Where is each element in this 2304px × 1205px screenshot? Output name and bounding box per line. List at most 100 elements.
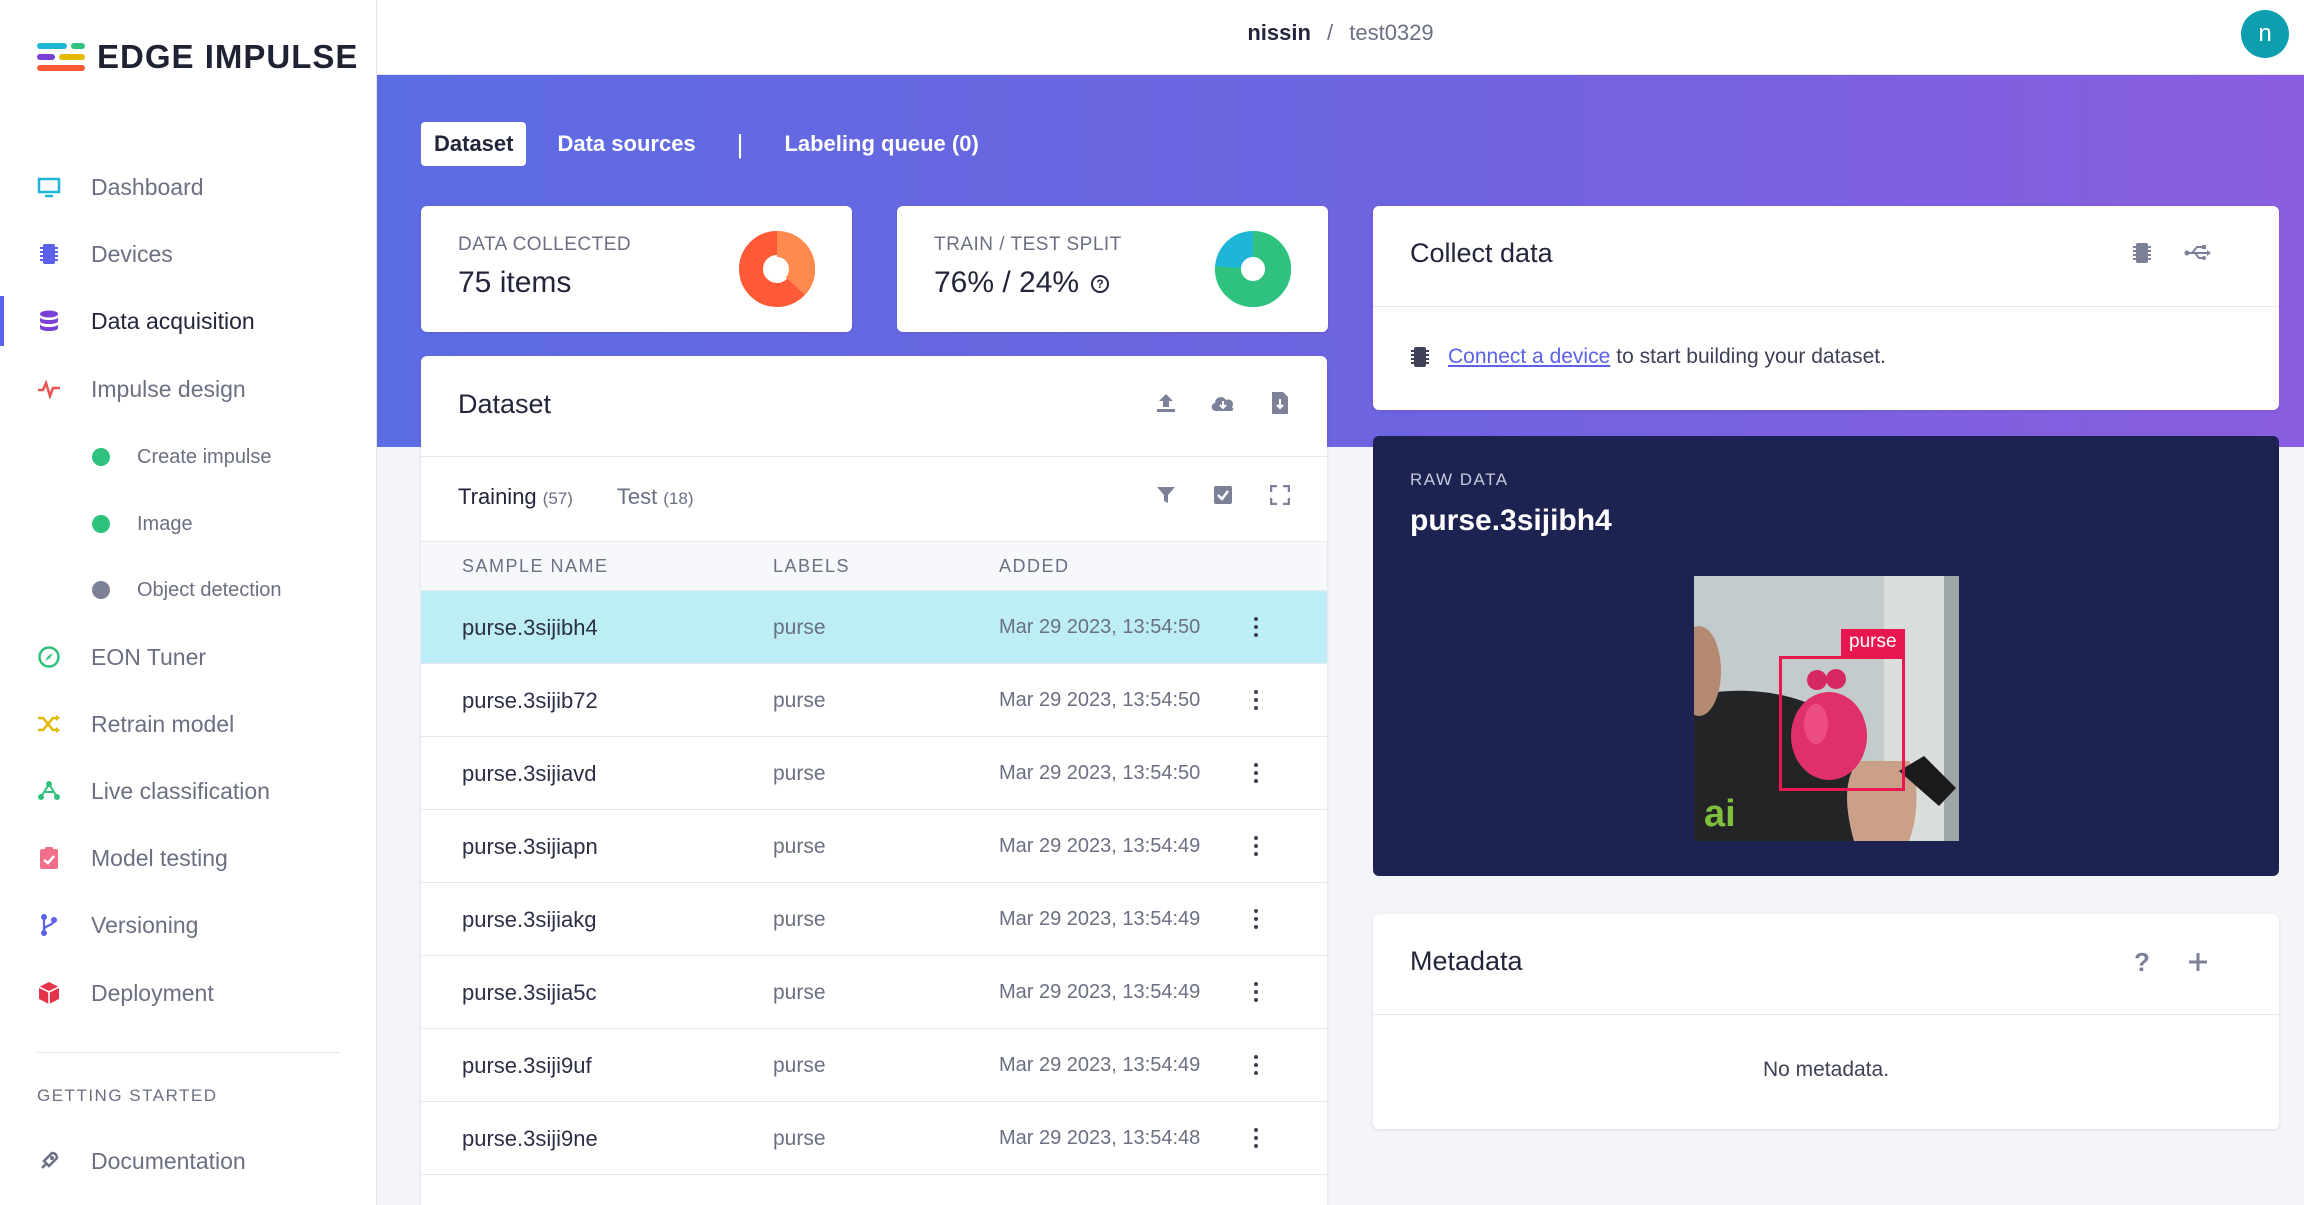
- sidebar-item-dashboard[interactable]: Dashboard: [0, 162, 376, 212]
- table-row[interactable]: purse.3sijib72 purse Mar 29 2023, 13:54:50: [421, 664, 1327, 737]
- sample-label: purse: [773, 835, 826, 858]
- tab-separator: |: [736, 128, 744, 159]
- connect-device-text: to start building your dataset.: [1616, 345, 1886, 368]
- column-labels[interactable]: LABELS: [773, 556, 850, 577]
- sample-added: Mar 29 2023, 13:54:50: [999, 689, 1201, 711]
- raw-data-sample-name: purse.3sijibh4: [1410, 504, 1612, 537]
- data-collected-label: DATA COLLECTED: [458, 234, 632, 255]
- column-sample-name[interactable]: SAMPLE NAME: [462, 556, 609, 577]
- monitor-icon: [36, 174, 62, 200]
- row-menu-icon[interactable]: [1246, 759, 1266, 787]
- metadata-card: Metadata ? No metadata.: [1373, 914, 2279, 1129]
- clipboard-check-icon: [36, 845, 62, 871]
- sample-name[interactable]: purse.3siji9uf: [462, 1053, 592, 1079]
- sidebar-item-label: EON Tuner: [91, 643, 207, 670]
- connect-device-link[interactable]: Connect a device: [1448, 345, 1610, 369]
- sample-name[interactable]: purse.3sijiapn: [462, 834, 598, 860]
- raw-data-label: RAW DATA: [1410, 470, 1509, 489]
- table-row[interactable]: purse.3sijiavd purse Mar 29 2023, 13:54:50: [421, 737, 1327, 810]
- row-menu-icon[interactable]: [1246, 613, 1266, 641]
- sidebar-item-eon-tuner[interactable]: EON Tuner: [0, 632, 376, 682]
- row-menu-icon[interactable]: [1246, 905, 1266, 933]
- sample-label: purse: [773, 616, 826, 639]
- collect-data-title: Collect data: [1410, 238, 1553, 268]
- sidebar-item-label: Dashboard: [91, 173, 204, 200]
- sample-label: purse: [773, 762, 826, 785]
- sidebar: EDGE IMPULSE Dashboard Devices Data acquis…: [0, 0, 377, 1205]
- select-checkbox-icon[interactable]: [1209, 481, 1237, 509]
- bounding-box[interactable]: [1779, 656, 1905, 791]
- sidebar-item-model-testing[interactable]: Model testing: [0, 833, 376, 883]
- table-row[interactable]: purse.3sijiapn purse Mar 29 2023, 13:54:49: [421, 810, 1327, 883]
- sidebar-item-label: Impulse design: [91, 375, 246, 402]
- export-file-icon[interactable]: [1266, 389, 1294, 417]
- sample-added: Mar 29 2023, 13:54:49: [999, 835, 1201, 857]
- sidebar-item-deployment[interactable]: Deployment: [0, 968, 376, 1018]
- card-divider: [1373, 1014, 2279, 1015]
- sidebar-subitem-image[interactable]: Image: [92, 504, 193, 544]
- data-collected-card: DATA COLLECTED 75 items: [421, 206, 852, 332]
- sample-name[interactable]: purse.3siji9ne: [462, 1126, 598, 1152]
- filter-icon[interactable]: [1152, 481, 1180, 509]
- brand-name: EDGE IMPULSE: [97, 38, 359, 75]
- pulse-icon: [36, 376, 62, 402]
- data-collected-donut-icon: [739, 231, 815, 307]
- tab-labeling-queue[interactable]: Labeling queue (0): [771, 122, 991, 166]
- breadcrumb-user[interactable]: nissin: [1247, 20, 1311, 45]
- avatar[interactable]: n: [2241, 10, 2289, 58]
- metadata-title: Metadata: [1410, 946, 1523, 976]
- sidebar-subitem-create-impulse[interactable]: Create impulse: [92, 437, 272, 477]
- row-menu-icon[interactable]: [1246, 832, 1266, 860]
- sidebar-item-live-classification[interactable]: Live classification: [0, 766, 376, 816]
- compass-icon: [36, 644, 62, 670]
- sample-name[interactable]: purse.3sijibh4: [462, 615, 598, 641]
- no-metadata-text: No metadata.: [1762, 1058, 1890, 1081]
- table-row[interactable]: purse.3sijia5c purse Mar 29 2023, 13:54:49: [421, 956, 1327, 1029]
- sample-name[interactable]: purse.3sijiakg: [462, 907, 597, 933]
- branch-icon: [36, 912, 62, 938]
- help-icon[interactable]: ?: [2128, 947, 2156, 977]
- usb-icon[interactable]: [2184, 239, 2212, 267]
- table-row[interactable]: purse.3sijiakg purse Mar 29 2023, 13:54:49: [421, 883, 1327, 956]
- sidebar-subitem-label: Object detection: [137, 578, 282, 601]
- add-icon[interactable]: [2184, 948, 2212, 976]
- row-menu-icon[interactable]: [1246, 1124, 1266, 1152]
- sidebar-item-documentation[interactable]: Documentation: [0, 1136, 376, 1186]
- breadcrumb-project[interactable]: test0329: [1349, 20, 1433, 45]
- sidebar-item-devices[interactable]: Devices: [0, 229, 376, 279]
- sample-name[interactable]: purse.3sijib72: [462, 688, 598, 714]
- row-menu-icon[interactable]: [1246, 978, 1266, 1006]
- dataset-card: Dataset Training (57) Test (18) SAMPLE NAM…: [421, 356, 1327, 1205]
- cloud-download-icon[interactable]: [1209, 389, 1237, 417]
- tab-training[interactable]: Training (57): [458, 484, 573, 510]
- sidebar-item-retrain-model[interactable]: Retrain model: [0, 699, 376, 749]
- sidebar-item-label: Data acquisition: [91, 307, 255, 334]
- sidebar-item-impulse-design[interactable]: Impulse design: [0, 364, 376, 414]
- logo[interactable]: EDGE IMPULSE: [37, 38, 358, 76]
- device-chip-icon[interactable]: [2128, 239, 2156, 267]
- table-row[interactable]: purse.3siji9uf purse Mar 29 2023, 13:54:49: [421, 1029, 1327, 1102]
- column-added[interactable]: ADDED: [999, 556, 1070, 577]
- table-row[interactable]: [421, 1175, 1327, 1205]
- help-icon[interactable]: ?: [1091, 275, 1110, 294]
- sidebar-item-versioning[interactable]: Versioning: [0, 900, 376, 950]
- bounding-box-label: purse: [1841, 629, 1905, 656]
- sidebar-subitem-object-detection[interactable]: Object detection: [92, 570, 282, 610]
- raw-data-card: RAW DATA purse.3sijibh4 ai purse: [1373, 436, 2279, 876]
- table-row[interactable]: purse.3sijibh4 purse Mar 29 2023, 13:54:50: [421, 591, 1327, 664]
- tab-data-sources[interactable]: Data sources: [544, 122, 708, 166]
- upload-icon[interactable]: [1152, 389, 1180, 417]
- table-row[interactable]: purse.3siji9ne purse Mar 29 2023, 13:54:48: [421, 1102, 1327, 1175]
- tab-test[interactable]: Test (18): [617, 484, 694, 510]
- sample-name[interactable]: purse.3sijia5c: [462, 980, 597, 1006]
- sidebar-item-data-acquisition[interactable]: Data acquisition: [0, 296, 376, 346]
- sample-name[interactable]: purse.3sijiavd: [462, 761, 597, 787]
- sample-added: Mar 29 2023, 13:54:49: [999, 981, 1201, 1003]
- rocket-icon: [36, 1148, 62, 1174]
- sample-label: purse: [773, 1054, 826, 1077]
- row-menu-icon[interactable]: [1246, 686, 1266, 714]
- tab-dataset[interactable]: Dataset: [421, 122, 527, 166]
- expand-icon[interactable]: [1266, 481, 1294, 509]
- row-menu-icon[interactable]: [1246, 1051, 1266, 1079]
- status-dot-icon: [92, 515, 110, 533]
